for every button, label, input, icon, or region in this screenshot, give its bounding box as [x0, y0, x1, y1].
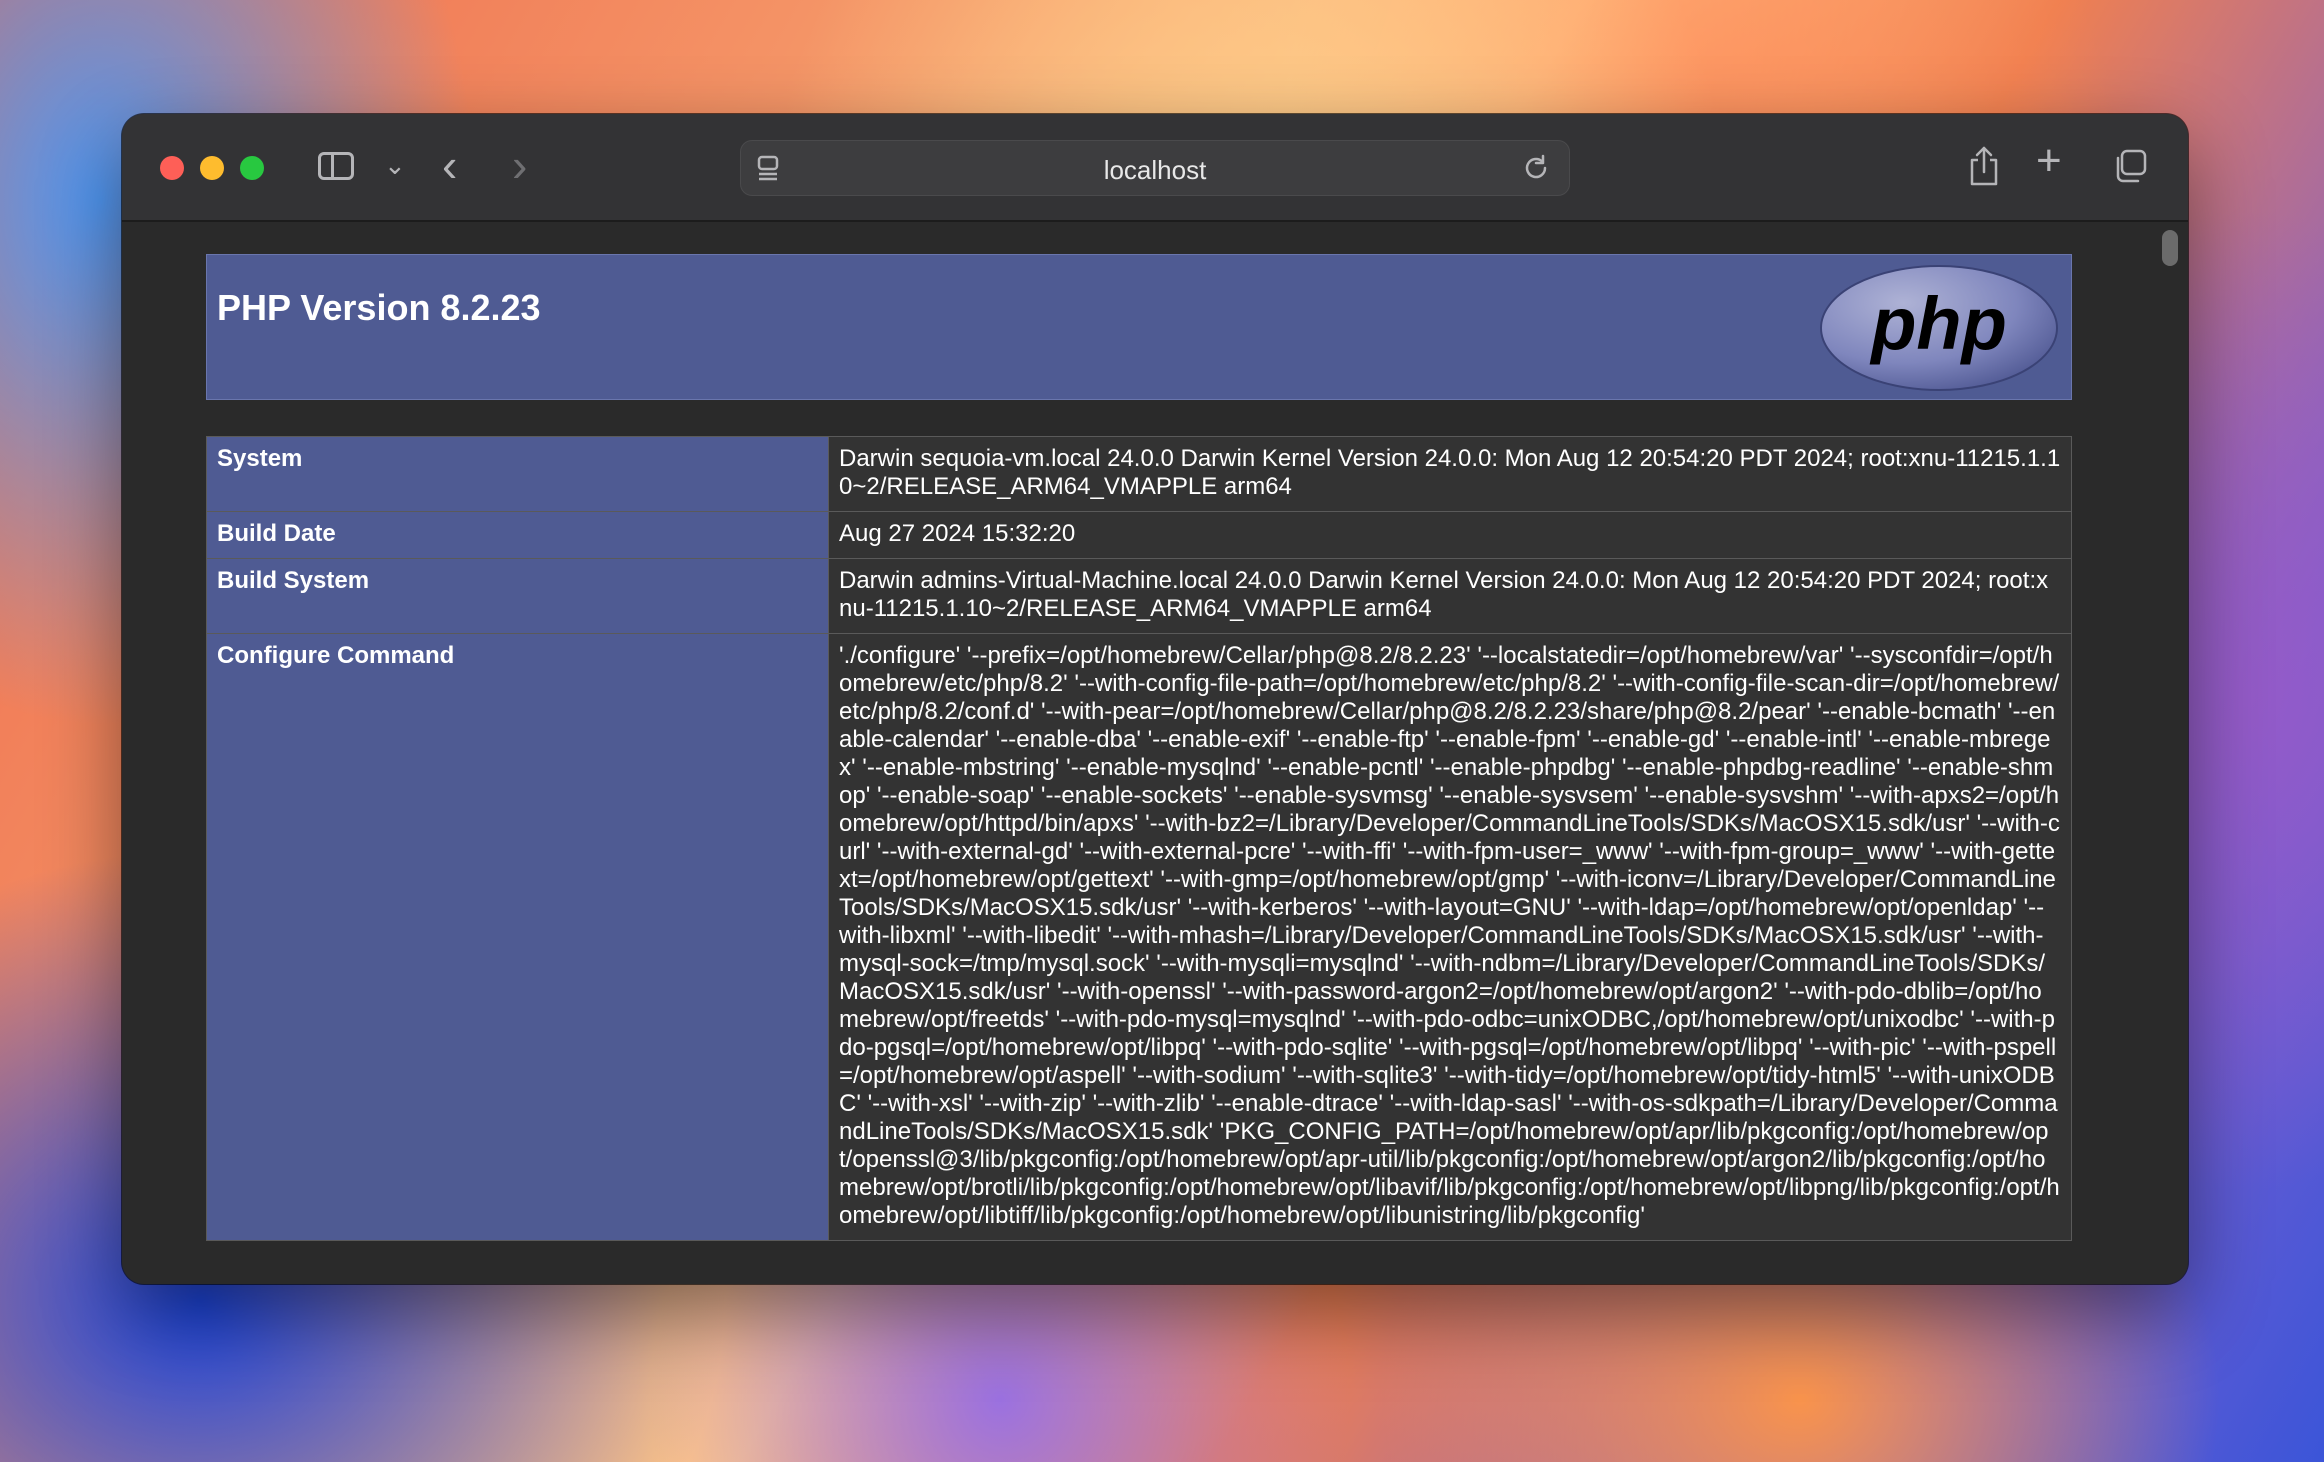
forward-button[interactable]: › [512, 138, 527, 192]
zoom-window-button[interactable] [240, 156, 264, 180]
row-value: Aug 27 2024 15:32:20 [828, 511, 2072, 559]
address-bar[interactable]: localhost [740, 140, 1570, 196]
minimize-window-button[interactable] [200, 156, 224, 180]
row-key: Build System [206, 558, 829, 634]
row-key: Configure Command [206, 633, 829, 1241]
svg-text:php: php [1869, 282, 2007, 365]
row-value: Darwin sequoia-vm.local 24.0.0 Darwin Ke… [828, 436, 2072, 512]
browser-toolbar: ⌄ ‹ › localhost + [122, 114, 2188, 222]
table-row: System Darwin sequoia-vm.local 24.0.0 Da… [206, 436, 2072, 512]
tab-overview-icon[interactable] [2112, 148, 2148, 184]
table-row: Configure Command './configure' '--prefi… [206, 633, 2072, 1241]
scrollbar-track[interactable] [2158, 222, 2182, 1284]
browser-window: ⌄ ‹ › localhost + PHP Version 8.2.23 php… [122, 114, 2188, 1284]
reload-icon[interactable] [1521, 153, 1551, 183]
table-row: Build System Darwin admins-Virtual-Machi… [206, 558, 2072, 634]
page-content: PHP Version 8.2.23 php System Darwin seq… [122, 222, 2188, 1284]
row-key: System [206, 436, 829, 512]
scrollbar-thumb[interactable] [2162, 230, 2178, 266]
php-header: PHP Version 8.2.23 php [206, 254, 2072, 400]
row-key: Build Date [206, 511, 829, 559]
row-value: './configure' '--prefix=/opt/homebrew/Ce… [828, 633, 2072, 1241]
page-title: PHP Version 8.2.23 [217, 287, 541, 328]
chevron-down-icon[interactable]: ⌄ [384, 150, 406, 181]
table-row: Build Date Aug 27 2024 15:32:20 [206, 511, 2072, 559]
share-icon[interactable] [1966, 144, 2002, 188]
php-info-table: System Darwin sequoia-vm.local 24.0.0 Da… [206, 436, 2072, 1241]
row-value: Darwin admins-Virtual-Machine.local 24.0… [828, 558, 2072, 634]
close-window-button[interactable] [160, 156, 184, 180]
new-tab-icon[interactable]: + [2036, 136, 2062, 186]
url-text[interactable]: localhost [741, 155, 1569, 186]
back-button[interactable]: ‹ [442, 138, 457, 192]
php-logo[interactable]: php [1819, 263, 2059, 393]
sidebar-toggle-icon[interactable] [318, 152, 354, 180]
